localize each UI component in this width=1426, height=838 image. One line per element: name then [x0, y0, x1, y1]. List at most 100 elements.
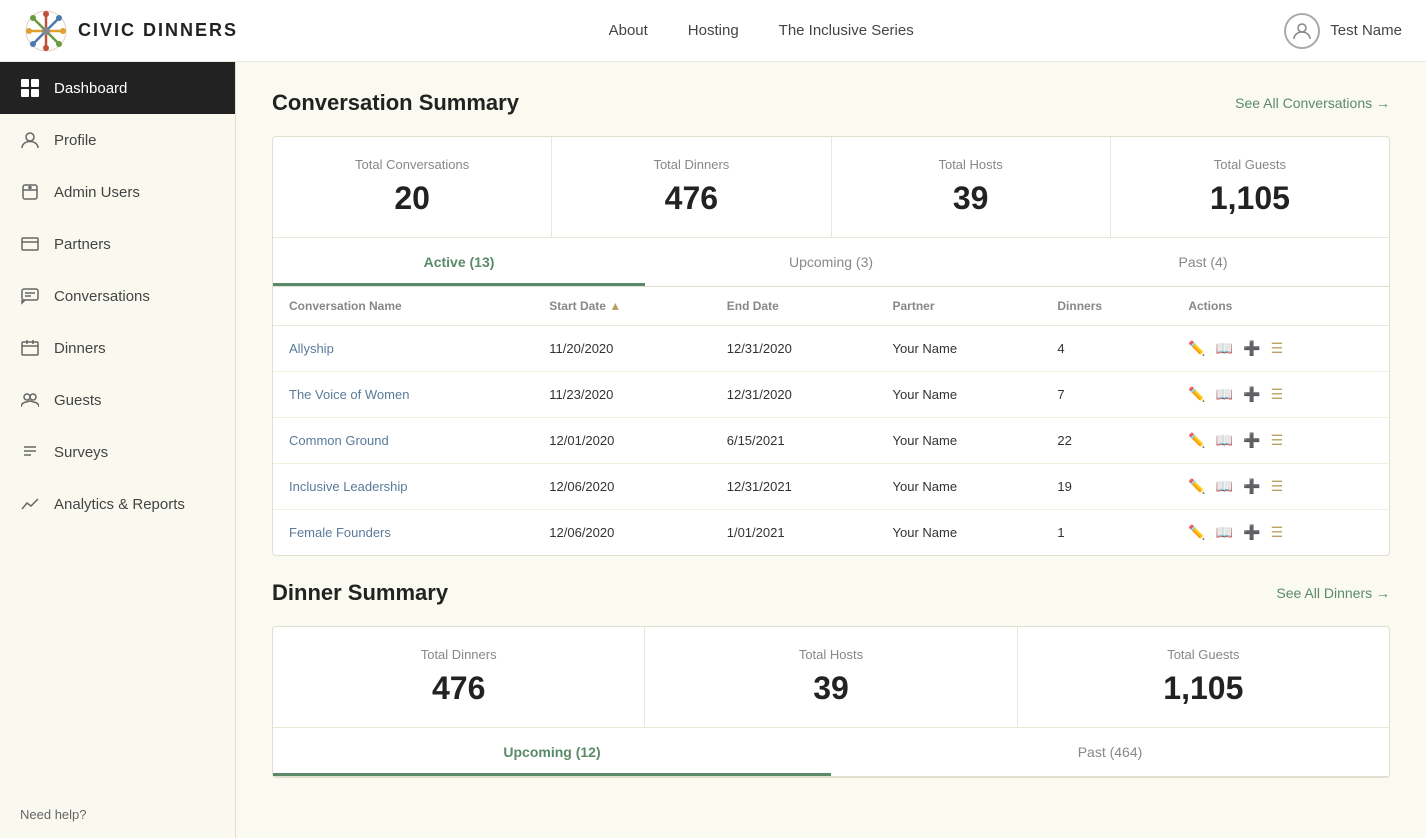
stat-hosts-label: Total Hosts	[856, 157, 1086, 172]
cell-end: 1/01/2021	[711, 510, 877, 556]
edit-icon[interactable]: ✏️	[1188, 340, 1205, 357]
sidebar-dashboard-label: Dashboard	[54, 80, 127, 97]
stat-dinners-label: Total Dinners	[576, 157, 806, 172]
col-actions: Actions	[1172, 287, 1389, 326]
col-start-date[interactable]: Start Date ▲	[533, 287, 710, 326]
dinner-hosts-label: Total Hosts	[669, 647, 992, 662]
add-icon[interactable]: ➕	[1243, 340, 1260, 357]
cell-dinners: 1	[1041, 510, 1172, 556]
stat-total-guests: Total Guests 1,105	[1111, 137, 1389, 237]
logo-icon	[24, 9, 68, 53]
user-menu[interactable]: Test Name	[1284, 13, 1402, 49]
conversation-name-link[interactable]: Common Ground	[289, 433, 389, 448]
cell-actions: ✏️ 📖 ➕ ☰	[1172, 510, 1389, 556]
tab-past[interactable]: Past (4)	[1017, 238, 1389, 286]
dinner-guests-label: Total Guests	[1042, 647, 1365, 662]
conversation-name-link[interactable]: Allyship	[289, 341, 334, 356]
cell-start: 11/23/2020	[533, 372, 710, 418]
book-icon[interactable]: 📖	[1216, 524, 1233, 541]
add-icon[interactable]: ➕	[1243, 386, 1260, 403]
help-text[interactable]: Need help?	[0, 791, 235, 838]
cell-dinners: 19	[1041, 464, 1172, 510]
book-icon[interactable]: 📖	[1216, 478, 1233, 495]
sidebar-dinners-label: Dinners	[54, 340, 106, 357]
table-header: Conversation Name Start Date ▲ End Date …	[273, 287, 1389, 326]
sidebar-item-guests[interactable]: Guests	[0, 374, 235, 426]
list-icon[interactable]: ☰	[1271, 524, 1284, 541]
dinner-tabs: Upcoming (12) Past (464)	[273, 728, 1389, 777]
stat-hosts-value: 39	[856, 180, 1086, 217]
edit-icon[interactable]: ✏️	[1188, 432, 1205, 449]
col-end-date: End Date	[711, 287, 877, 326]
nav-inclusive-series[interactable]: The Inclusive Series	[779, 22, 914, 39]
sidebar-item-admin-users[interactable]: Admin Users	[0, 166, 235, 218]
guests-icon	[20, 390, 40, 410]
tab-active[interactable]: Active (13)	[273, 238, 645, 286]
cell-end: 12/31/2020	[711, 326, 877, 372]
cell-start: 11/20/2020	[533, 326, 710, 372]
sidebar-item-profile[interactable]: Profile	[0, 114, 235, 166]
conversation-stats-row: Total Conversations 20 Total Dinners 476…	[273, 137, 1389, 238]
cell-dinners: 7	[1041, 372, 1172, 418]
edit-icon[interactable]: ✏️	[1188, 386, 1205, 403]
main-content: Conversation Summary See All Conversatio…	[236, 62, 1426, 838]
edit-icon[interactable]: ✏️	[1188, 478, 1205, 495]
cell-name: Common Ground	[273, 418, 533, 464]
list-icon[interactable]: ☰	[1271, 478, 1284, 495]
stat-conversations-label: Total Conversations	[297, 157, 527, 172]
dinner-stat-guests: Total Guests 1,105	[1018, 627, 1389, 727]
book-icon[interactable]: 📖	[1216, 432, 1233, 449]
sort-icon: ▲	[609, 299, 621, 313]
add-icon[interactable]: ➕	[1243, 478, 1260, 495]
cell-actions: ✏️ 📖 ➕ ☰	[1172, 372, 1389, 418]
dashboard-icon	[20, 78, 40, 98]
edit-icon[interactable]: ✏️	[1188, 524, 1205, 541]
book-icon[interactable]: 📖	[1216, 340, 1233, 357]
dinner-tab-past[interactable]: Past (464)	[831, 728, 1389, 776]
cell-name: Allyship	[273, 326, 533, 372]
cell-partner: Your Name	[877, 510, 1042, 556]
app-layout: Dashboard Profile Admin Users	[0, 62, 1426, 838]
sidebar-item-conversations[interactable]: Conversations	[0, 270, 235, 322]
logo-area[interactable]: CIVIC DINNERS	[24, 9, 238, 53]
list-icon[interactable]: ☰	[1271, 386, 1284, 403]
stat-total-conversations: Total Conversations 20	[273, 137, 552, 237]
dinners-icon	[20, 338, 40, 358]
sidebar-item-partners[interactable]: Partners	[0, 218, 235, 270]
analytics-icon	[20, 494, 40, 514]
sidebar-conversations-label: Conversations	[54, 288, 150, 305]
add-icon[interactable]: ➕	[1243, 524, 1260, 541]
list-icon[interactable]: ☰	[1271, 340, 1284, 357]
conversation-name-link[interactable]: The Voice of Women	[289, 387, 409, 402]
cell-end: 12/31/2021	[711, 464, 877, 510]
action-icons: ✏️ 📖 ➕ ☰	[1188, 340, 1373, 357]
nav-about[interactable]: About	[609, 22, 648, 39]
tab-upcoming[interactable]: Upcoming (3)	[645, 238, 1017, 286]
cell-actions: ✏️ 📖 ➕ ☰	[1172, 464, 1389, 510]
table-row: Female Founders 12/06/2020 1/01/2021 You…	[273, 510, 1389, 556]
cell-name: Inclusive Leadership	[273, 464, 533, 510]
sidebar-partners-label: Partners	[54, 236, 111, 253]
sidebar-item-dinners[interactable]: Dinners	[0, 322, 235, 374]
sidebar-analytics-label: Analytics & Reports	[54, 496, 185, 513]
cell-name: Female Founders	[273, 510, 533, 556]
book-icon[interactable]: 📖	[1216, 386, 1233, 403]
dinner-summary-title: Dinner Summary	[272, 580, 448, 606]
sidebar-item-dashboard[interactable]: Dashboard	[0, 62, 235, 114]
dinner-stats-card: Total Dinners 476 Total Hosts 39 Total G…	[272, 626, 1390, 778]
nav-hosting[interactable]: Hosting	[688, 22, 739, 39]
sidebar-item-surveys[interactable]: Surveys	[0, 426, 235, 478]
add-icon[interactable]: ➕	[1243, 432, 1260, 449]
cell-dinners: 4	[1041, 326, 1172, 372]
conversation-name-link[interactable]: Inclusive Leadership	[289, 479, 408, 494]
cell-actions: ✏️ 📖 ➕ ☰	[1172, 418, 1389, 464]
conversation-name-link[interactable]: Female Founders	[289, 525, 391, 540]
list-icon[interactable]: ☰	[1271, 432, 1284, 449]
cell-partner: Your Name	[877, 464, 1042, 510]
see-all-conversations-link[interactable]: See All Conversations →	[1235, 95, 1390, 111]
sidebar-item-analytics[interactable]: Analytics & Reports	[0, 478, 235, 530]
admin-users-icon	[20, 182, 40, 202]
nav-links: About Hosting The Inclusive Series	[609, 22, 914, 39]
see-all-dinners-link[interactable]: See All Dinners →	[1276, 585, 1390, 601]
dinner-tab-upcoming[interactable]: Upcoming (12)	[273, 728, 831, 776]
